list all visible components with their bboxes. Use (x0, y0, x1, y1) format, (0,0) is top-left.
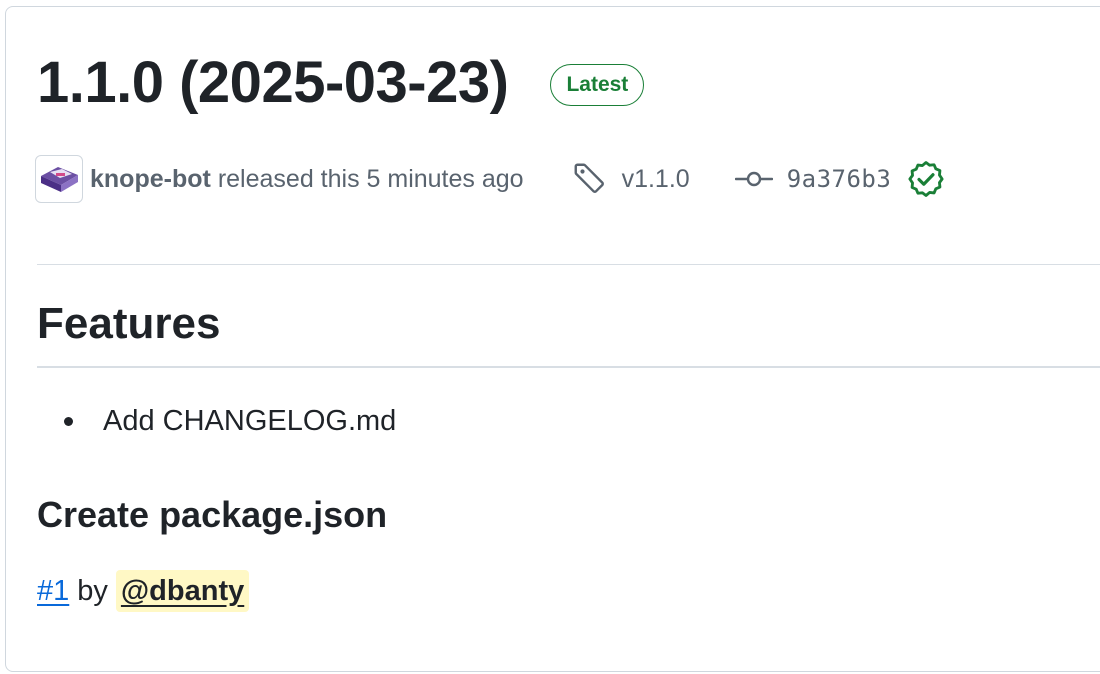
release-meta: knope-bot released this 5 minutes ago v1… (35, 155, 945, 203)
verified-check-icon[interactable] (907, 160, 945, 198)
latest-badge: Latest (550, 64, 645, 106)
author-link[interactable]: knope-bot (90, 165, 211, 194)
release-title[interactable]: 1.1.0 (2025-03-23) (37, 46, 509, 120)
bullet-icon (64, 416, 73, 426)
list-item: Add CHANGELOG.md (60, 400, 396, 442)
tag-link[interactable]: v1.1.0 (572, 161, 690, 197)
features-heading: Features (37, 299, 221, 348)
header-divider (37, 264, 1100, 265)
git-commit-icon (734, 171, 773, 187)
commit-link[interactable]: 9a376b3 (734, 160, 946, 198)
heading-rule (37, 366, 1100, 368)
pr-link[interactable]: #1 (37, 570, 69, 612)
knope-bot-avatar-icon (41, 167, 78, 192)
released-text: released this 5 minutes ago (217, 164, 524, 193)
user-mention[interactable]: @dbanty (115, 570, 250, 612)
tag-icon (574, 163, 604, 193)
subheading: Create package.json (37, 494, 388, 535)
release-header: 1.1.0 (2025-03-23) Latest (37, 46, 645, 120)
feature-text: Add CHANGELOG.md (103, 405, 397, 437)
feature-list: Add CHANGELOG.md (60, 400, 396, 442)
tag-label: v1.1.0 (621, 164, 690, 193)
pr-attribution: #1 by @dbanty (37, 570, 250, 612)
avatar[interactable] (35, 155, 83, 203)
by-text: by (77, 575, 108, 607)
commit-sha: 9a376b3 (786, 165, 892, 193)
